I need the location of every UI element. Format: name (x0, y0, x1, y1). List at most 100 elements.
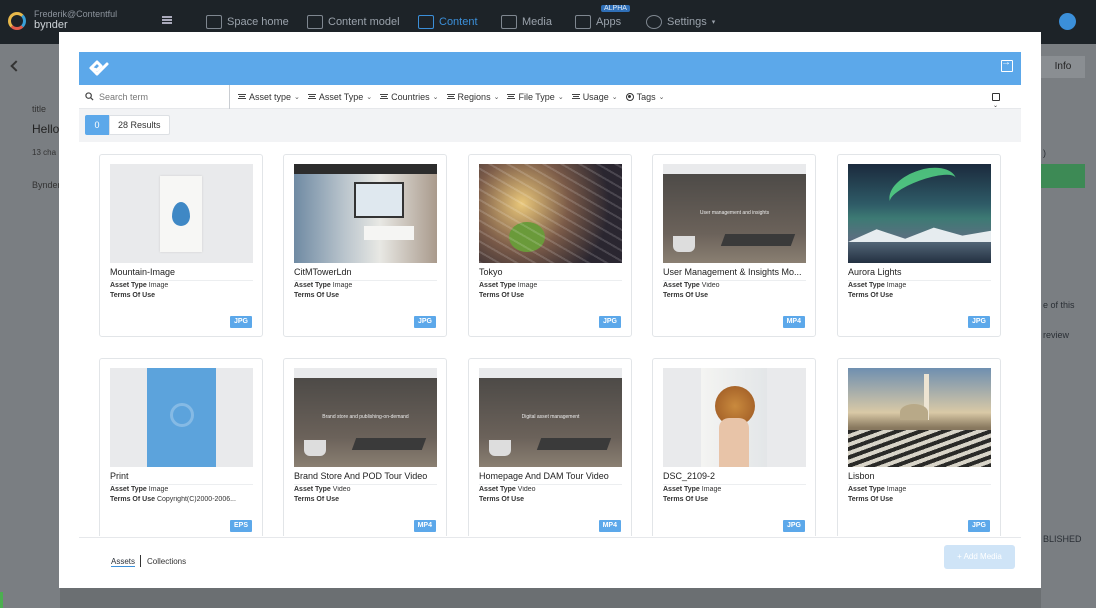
asset-name: Mountain-Image (110, 267, 253, 281)
asset-card[interactable]: Digital asset management Homepage And DA… (468, 358, 632, 536)
terms-row: Terms Of Use Copyright(C)2000-2006... (110, 496, 236, 503)
asset-name: Homepage And DAM Tour Video (479, 471, 622, 485)
filter-usage[interactable]: Usage ⌄ (571, 92, 618, 102)
asset-type-row: Asset Type Video (663, 282, 720, 289)
asset-thumbnail (110, 164, 253, 263)
format-badge: JPG (229, 316, 252, 328)
modal-footer: Assets Collections + Add Media (79, 537, 1021, 588)
asset-thumbnail (848, 164, 991, 263)
asset-type-row: Asset Type Video (294, 486, 351, 493)
info-button[interactable]: Info (1041, 56, 1085, 78)
filter-icon (446, 94, 455, 99)
chevron-down-icon: ⌄ (294, 93, 300, 101)
field-label: title (32, 104, 47, 114)
edit-icon (418, 15, 434, 29)
field-label: Bynder (32, 180, 61, 190)
asset-type-row: Asset Type Image (663, 486, 722, 493)
select-all-checkbox[interactable] (992, 93, 1000, 101)
asset-card[interactable]: Brand store and publishing-on-demand Bra… (283, 358, 447, 536)
home-icon (206, 15, 222, 29)
asset-card[interactable]: Aurora Lights Asset Type Image Terms Of … (837, 154, 1001, 337)
results-count: 28 Results (109, 115, 170, 135)
asset-type-row: Asset Type Image (110, 486, 169, 493)
alpha-badge: ALPHA (601, 5, 630, 12)
asset-thumbnail: Brand store and publishing-on-demand (294, 368, 437, 467)
asset-type-row: Asset Type Image (479, 282, 538, 289)
format-badge: MP4 (413, 520, 436, 532)
asset-card[interactable]: Print Asset Type Image Terms Of Use Copy… (99, 358, 263, 536)
field-value: Hello (32, 122, 60, 136)
filter-label: Regions (457, 91, 491, 102)
asset-card[interactable]: User management and insights User Manage… (652, 154, 816, 337)
nav-label: Media (522, 16, 552, 28)
asset-type-row: Asset Type Image (848, 486, 907, 493)
char-count: 13 cha (32, 148, 57, 157)
bynder-asset-picker-modal: Asset type ⌄ Asset Type ⌄ Countries ⌄ Re… (59, 32, 1041, 588)
format-badge: JPG (598, 316, 621, 328)
asset-card[interactable]: CitMTowerLdn Asset Type Image Terms Of U… (283, 154, 447, 337)
background-editor-panel: title Hello 13 cha Bynder (0, 44, 61, 608)
format-badge: MP4 (598, 520, 621, 532)
sidebar-text: e of this (1043, 300, 1075, 310)
filter-regions[interactable]: Regions ⌄ (446, 91, 499, 102)
format-badge: JPG (967, 316, 990, 328)
filter-countries[interactable]: Countries ⌄ (380, 92, 439, 102)
asset-name: Print (110, 471, 253, 485)
sidebar-text: ) (1043, 148, 1046, 158)
asset-thumbnail (848, 368, 991, 467)
asset-thumbnail (479, 164, 622, 263)
filter-file-type[interactable]: File Type ⌄ (507, 91, 564, 102)
tab-collections[interactable]: Collections (147, 557, 186, 566)
avatar[interactable] (1059, 13, 1076, 30)
chevron-down-icon: ⌄ (557, 93, 564, 101)
status-indicator (0, 592, 3, 608)
asset-name: Aurora Lights (848, 267, 991, 281)
asset-card[interactable]: Mountain-Image Asset Type Image Terms Of… (99, 154, 263, 337)
filter-tags[interactable]: Tags ⌄ (625, 91, 664, 102)
filter-label: Tags (636, 91, 656, 102)
terms-row: Terms Of Use (848, 292, 893, 299)
asset-type-row: Asset Type Video (479, 486, 536, 493)
back-arrow-icon[interactable] (10, 60, 22, 72)
workspace-switcher[interactable]: Frederik@Contentful bynder (34, 9, 117, 31)
menu-icon[interactable] (162, 16, 172, 24)
publish-button[interactable] (1041, 164, 1085, 188)
exit-icon[interactable] (1001, 57, 1013, 72)
filter-icon (307, 94, 316, 99)
asset-type-row: Asset Type Image (848, 282, 907, 289)
asset-type-row: Asset Type Image (294, 282, 353, 289)
filter-label: File Type (518, 91, 555, 102)
terms-row: Terms Of Use (294, 292, 339, 299)
format-badge: EPS (229, 520, 252, 532)
asset-type-row: Asset Type Image (110, 282, 169, 289)
filter-asset-type-2[interactable]: Asset Type ⌄ (307, 92, 373, 102)
thumbnail-caption: User management and insights (699, 210, 770, 216)
sidebar-link[interactable]: review (1043, 330, 1069, 340)
asset-card[interactable]: DSC_2109-2 Asset Type Image Terms Of Use… (652, 358, 816, 536)
asset-card[interactable]: Lisbon Asset Type Image Terms Of Use JPG (837, 358, 1001, 536)
workspace-user: Frederik@Contentful (34, 9, 118, 19)
nav-label: Content (439, 16, 478, 28)
chevron-down-icon: ⌄ (432, 93, 439, 101)
asset-card[interactable]: Tokyo Asset Type Image Terms Of Use JPG (468, 154, 632, 337)
filter-icon (380, 94, 389, 99)
chevron-down-icon[interactable]: ⌄ (993, 102, 998, 109)
tag-icon (625, 92, 634, 101)
image-icon (501, 15, 517, 29)
gear-icon (646, 15, 662, 29)
chevron-down-icon: ⌄ (611, 93, 618, 101)
chevron-down-icon: ⌄ (366, 93, 373, 101)
asset-thumbnail (294, 164, 437, 263)
terms-row: Terms Of Use (663, 496, 708, 503)
contentful-logo-icon[interactable] (8, 12, 26, 30)
divider (140, 555, 141, 567)
nav-label: Apps (596, 16, 622, 28)
tab-assets[interactable]: Assets (111, 557, 136, 567)
asset-thumbnail (663, 368, 806, 467)
add-media-button[interactable]: + Add Media (944, 545, 1015, 569)
filter-asset-type[interactable]: Asset type ⌄ (238, 92, 300, 102)
selected-count-badge[interactable]: 0 (85, 115, 109, 135)
asset-name: Tokyo (479, 267, 622, 281)
terms-row: Terms Of Use (479, 496, 524, 503)
search-input[interactable] (99, 91, 219, 102)
